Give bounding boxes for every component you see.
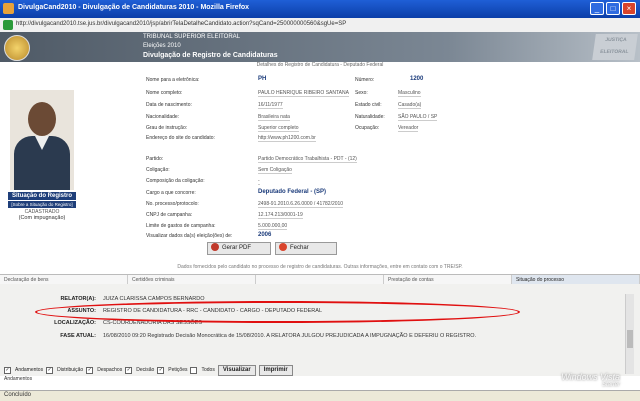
fechar-button[interactable]: Fechar: [275, 242, 337, 255]
andamentos-checkbox[interactable]: ✓: [4, 366, 11, 374]
visualizar-button[interactable]: Visualizar: [217, 364, 256, 376]
header-line2: Eleições 2010: [143, 43, 181, 49]
close-button[interactable]: ×: [622, 2, 636, 15]
localizacao-label: LOCALIZAÇÃO:: [54, 320, 96, 326]
label-partido: Partido:: [146, 156, 164, 162]
fase-label: FASE ATUAL:: [60, 333, 96, 339]
label-limite: Limite de gastos de campanha:: [146, 223, 216, 229]
label-cargo: Cargo a que concorre:: [146, 190, 196, 196]
address-bar[interactable]: http://divulgacand2010.tse.jus.br/divulg…: [0, 18, 640, 33]
situacao-sub: (Com impugnação): [18, 215, 66, 221]
gerar-pdf-label: Gerar PDF: [222, 245, 252, 251]
label-naturalidade: Naturalidade:: [355, 114, 385, 120]
label-nascimento: Data de nascimento:: [146, 102, 192, 108]
peticoes-label: Petições: [168, 367, 188, 373]
decisao-label: Decisão: [136, 367, 155, 373]
situacao-title: Situação do Registro: [8, 192, 76, 200]
highlight-ellipse: [35, 301, 520, 323]
page-subtitle: Detalhes do Registro de Candidatura - De…: [256, 62, 384, 68]
gerar-pdf-button[interactable]: Gerar PDF: [207, 242, 271, 255]
candidate-photo: [10, 90, 74, 190]
status-bar: Concluído: [0, 390, 640, 401]
imprimir-button[interactable]: Imprimir: [258, 364, 293, 376]
distribuicao-label: Distribuição: [57, 367, 84, 373]
value-nacionalidade: Brasileira nata: [258, 114, 290, 121]
status-text: Concluído: [4, 392, 32, 398]
filter-bar: ✓ Andamentos ✓ Distribuição ✓ Despachos ✓ De…: [4, 364, 293, 376]
label-nome-urna: Nome para a eletrônica:: [146, 77, 200, 83]
page-header: TRIBUNAL SUPERIOR ELEITORAL Eleições 201…: [0, 32, 640, 62]
header-title: Divulgação de Registro de Candidaturas: [143, 52, 278, 59]
value-cargo: Deputado Federal - (SP): [258, 189, 327, 195]
value-ocupacao: Vereador: [398, 125, 419, 132]
process-scrollbar[interactable]: [625, 294, 634, 374]
todos-label: Todos: [201, 367, 215, 373]
firefox-icon: [3, 3, 14, 14]
eleicoes-link[interactable]: 2006: [258, 232, 271, 238]
value-instrucao: Superior completo: [258, 125, 299, 132]
brazil-seal-icon: [4, 35, 30, 61]
value-site[interactable]: http://www.ph1200.com.br: [258, 135, 316, 142]
maximize-button[interactable]: □: [606, 2, 620, 15]
value-nome-completo: PAULO HENRIQUE RIBEIRO SANTANA: [258, 90, 349, 97]
value-numero: 1200: [410, 76, 424, 82]
value-cnpj: 12.174.213/0001-19: [258, 212, 303, 219]
distribuicao-checkbox[interactable]: ✓: [46, 366, 54, 374]
value-sexo: Masculino: [398, 90, 421, 97]
label-site: Endereço do site do candidato:: [146, 135, 215, 141]
pdf-icon: [211, 243, 219, 252]
label-coligacao: Coligação:: [146, 167, 170, 173]
label-composicao: Composição da coligação:: [146, 178, 205, 184]
despachos-checkbox[interactable]: ✓: [86, 366, 94, 374]
value-nascimento: 16/11/1977: [258, 102, 283, 109]
label-numero: Número:: [355, 77, 375, 83]
title-bar: DivulgaCand2010 - Divulgação de Candidat…: [0, 0, 640, 18]
close-circle-icon: [279, 243, 287, 252]
fase-value: 16/08/2010 09:20 Registrado Decisão Mono…: [103, 333, 477, 339]
situacao-link[interactable]: [Sobre a Situação do Registro]: [8, 200, 76, 208]
despachos-label: Despachos: [97, 367, 123, 373]
header-line1: TRIBUNAL SUPERIOR ELEITORAL: [143, 34, 241, 40]
andamentos-footer: Andamentos: [4, 376, 33, 382]
andamentos-label: Andamentos: [15, 367, 44, 373]
label-nacionalidade: Nacionalidade:: [146, 114, 180, 120]
minimize-button[interactable]: _: [590, 2, 604, 15]
relator-label: RELATOR(A):: [60, 296, 96, 302]
label-sexo: Sexo:: [355, 90, 368, 96]
value-processo: 2498-91.2010.6.26.0000 / 41782/2010: [258, 201, 344, 208]
site-favicon-icon: [3, 20, 13, 30]
page-content: TRIBUNAL SUPERIOR ELEITORAL Eleições 201…: [0, 32, 640, 390]
value-partido: Partido Democrático Trabalhista - PDT - …: [258, 156, 357, 163]
url-text[interactable]: http://divulgacand2010.tse.jus.br/divulg…: [16, 21, 346, 27]
value-estado-civil: Casado(a): [398, 102, 422, 109]
label-cnpj: CNPJ de campanha:: [146, 212, 193, 218]
window-title: DivulgaCand2010 - Divulgação de Candidat…: [18, 4, 250, 11]
decisao-checkbox[interactable]: ✓: [125, 366, 133, 374]
fechar-label: Fechar: [290, 245, 309, 251]
value-coligacao: Sem Coligação: [258, 167, 292, 174]
label-ocupacao: Ocupação:: [355, 125, 380, 131]
value-limite: 5.000.000,00: [258, 223, 288, 230]
todos-checkbox[interactable]: [190, 366, 198, 374]
value-nome-urna: PH: [258, 76, 267, 82]
watermark-line2: Starter: [601, 382, 620, 388]
label-nome-completo: Nome completo:: [146, 90, 183, 96]
process-panel: RELATOR(A): JUIZA CLARISSA CAMPOS BERNAR…: [0, 284, 640, 376]
label-eleicoes: Visualizar dados da(s) eleição(ões) de:: [146, 233, 233, 239]
value-composicao: -: [258, 178, 260, 185]
peticoes-checkbox[interactable]: ✓: [157, 366, 165, 374]
info-note: Dados fornecidos pelo candidato no proce…: [177, 264, 463, 270]
label-estado-civil: Estado civil:: [355, 102, 382, 108]
situacao-box: Situação do Registro [Sobre a Situação d…: [8, 192, 76, 221]
label-processo: No. processo/protocolo:: [146, 201, 199, 207]
windows-watermark: Windows Vista Starter: [561, 373, 620, 389]
value-naturalidade: SÃO PAULO / SP: [398, 114, 438, 121]
browser-window: DivulgaCand2010 - Divulgação de Candidat…: [0, 0, 640, 401]
justica-eleitoral-badge: JUSTIÇA ELEITORAL: [592, 34, 638, 60]
label-instrucao: Grau de instrução:: [146, 125, 188, 131]
